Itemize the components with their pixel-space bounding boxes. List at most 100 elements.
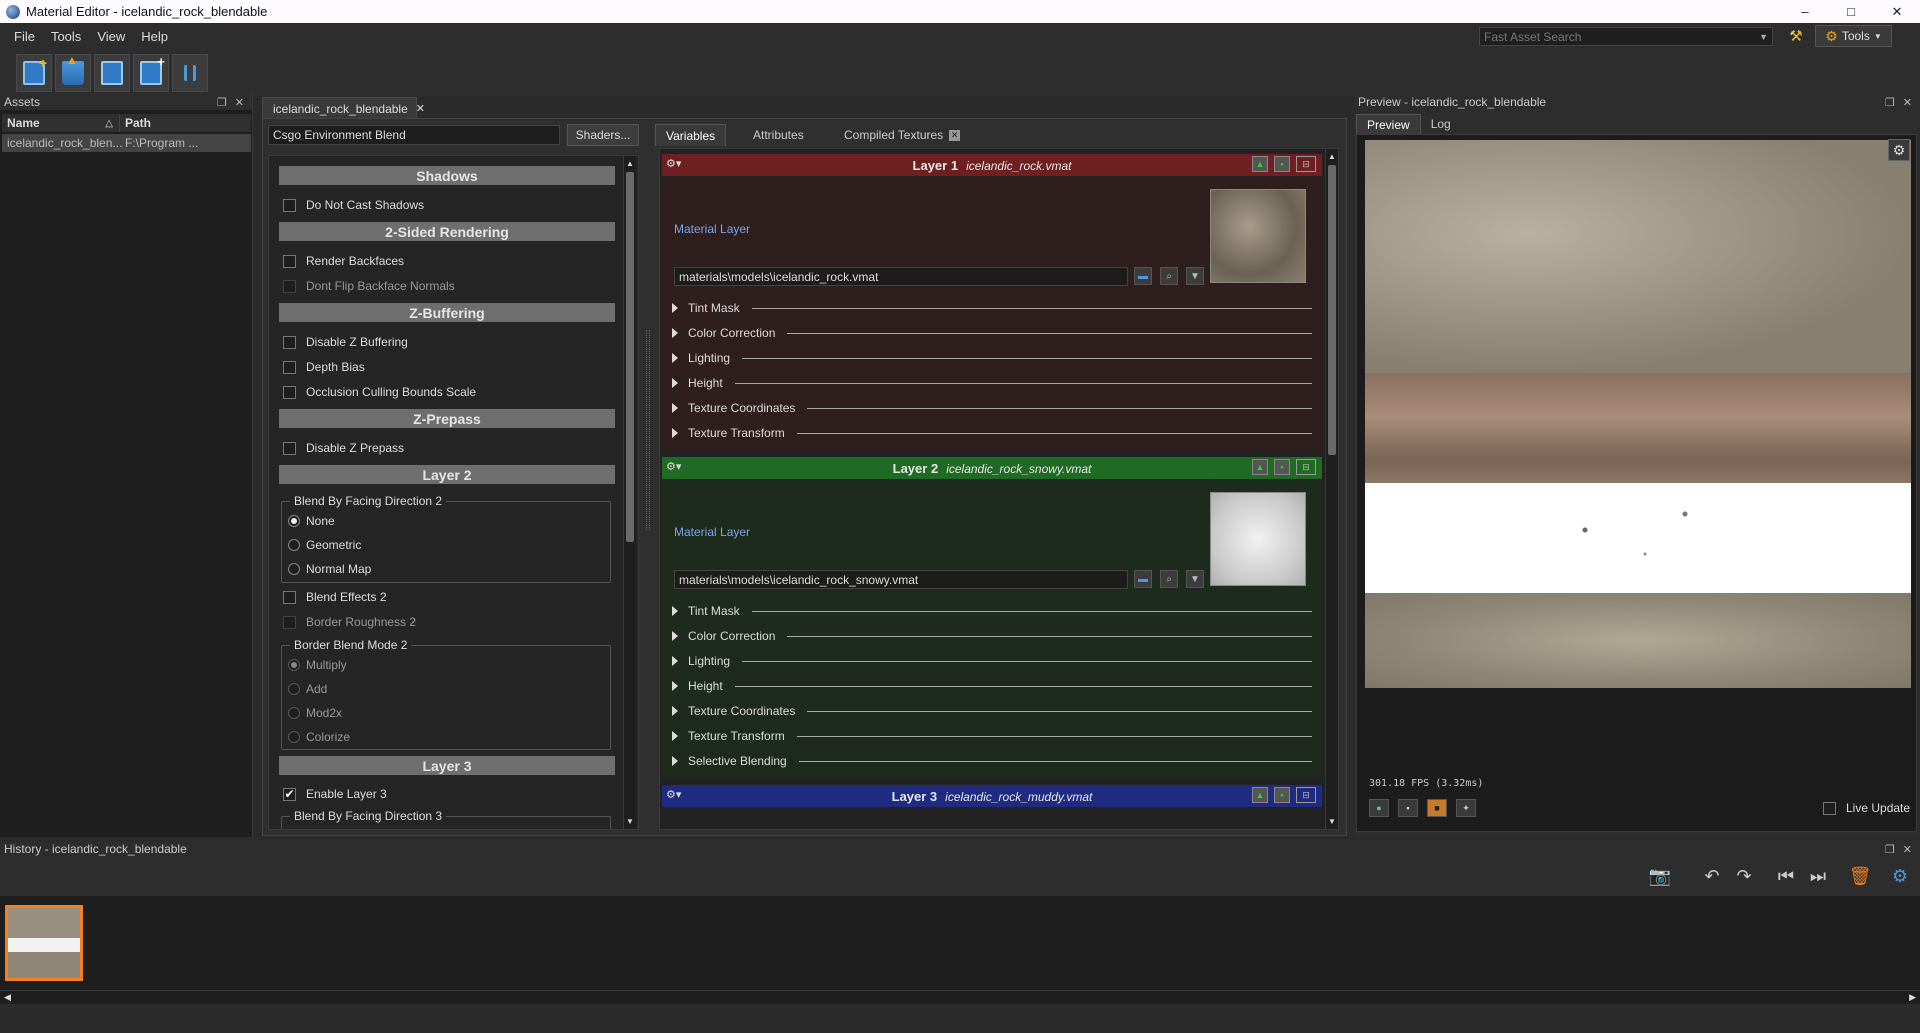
search-icon[interactable]: ⌕ [1160, 267, 1178, 285]
float-icon[interactable]: ❐ [1885, 843, 1895, 856]
layer-3-header[interactable]: ⚙▾ Layer 3 icelandic_rock_muddy.vmat ▲ ▪ … [662, 785, 1322, 807]
collapse-icon[interactable]: ⊟ [1296, 787, 1316, 803]
browse-folder-icon[interactable]: ▬ [1134, 267, 1152, 285]
save-layer-icon[interactable]: ▪ [1274, 459, 1290, 475]
checkbox[interactable] [283, 335, 296, 349]
history-thumbnail[interactable] [5, 905, 83, 981]
chevron-down-icon[interactable]: ▼ [1759, 32, 1768, 42]
material-path-input[interactable]: materials\models\icelandic_rock_snowy.vm… [674, 570, 1128, 589]
hammer-icon-button[interactable]: ⚒ [1783, 25, 1809, 47]
minimize-button[interactable]: – [1782, 0, 1828, 23]
tab-preview[interactable]: Preview [1356, 114, 1421, 134]
document-tab[interactable]: icelandic_rock_blendable ✕ [262, 97, 425, 119]
scroll-thumb[interactable] [626, 172, 634, 542]
radio[interactable] [288, 683, 300, 695]
first-icon[interactable]: ⏮ [1773, 863, 1799, 889]
collapse-icon[interactable]: ⊟ [1296, 459, 1316, 475]
float-icon[interactable]: ❐ [1885, 96, 1895, 109]
disable-z-buffering[interactable]: Disable Z Buffering [283, 335, 408, 349]
scroll-left-icon[interactable]: ◀ [4, 992, 11, 1003]
properties-scrollbar[interactable]: ▲ ▼ [623, 156, 636, 829]
radio-colorize[interactable]: Colorize [288, 730, 350, 744]
history-scrollbar[interactable]: ◀ ▶ [0, 990, 1920, 1004]
checkbox[interactable] [283, 360, 296, 374]
radio[interactable] [288, 659, 300, 671]
save-button[interactable] [94, 54, 130, 92]
splitter-handle[interactable] [646, 330, 650, 530]
border-roughness-2[interactable]: Border Roughness 2 [283, 615, 416, 629]
chevron-down-icon[interactable]: ▼ [1186, 267, 1204, 285]
checkbox[interactable] [283, 590, 296, 604]
radio-mod2x[interactable]: Mod2x [288, 706, 342, 720]
move-up-icon[interactable]: ▲ [1252, 156, 1268, 172]
pause-button[interactable] [172, 54, 208, 92]
section-layer2[interactable]: Layer 2 [279, 465, 615, 484]
radio[interactable] [288, 563, 300, 575]
do-not-cast-shadows[interactable]: Do Not Cast Shadows [283, 198, 424, 212]
group-texture-transform[interactable]: Texture Transform [672, 426, 1312, 440]
close-icon[interactable]: ✕ [1903, 96, 1912, 109]
render-backfaces[interactable]: Render Backfaces [283, 254, 404, 268]
layers-scrollbar[interactable]: ▲ ▼ [1325, 149, 1338, 829]
sphere-icon[interactable]: ● [1369, 799, 1389, 817]
undo-icon[interactable]: ↶ [1699, 863, 1725, 889]
radio[interactable] [288, 707, 300, 719]
scroll-thumb[interactable] [1328, 165, 1336, 455]
group-height[interactable]: Height [672, 679, 1312, 693]
save-layer-icon[interactable]: ▪ [1274, 156, 1290, 172]
chevron-down-icon[interactable]: ▼ [1186, 570, 1204, 588]
group-tint-mask[interactable]: Tint Mask [672, 604, 1312, 618]
material-thumbnail[interactable] [1210, 189, 1306, 283]
scroll-down-icon[interactable]: ▼ [624, 815, 636, 828]
group-color-correction[interactable]: Color Correction [672, 629, 1312, 643]
tab-attributes[interactable]: Attributes [743, 124, 814, 146]
save-layer-icon[interactable]: ▪ [1274, 787, 1290, 803]
radio[interactable] [288, 539, 300, 551]
radio-geometric[interactable]: Geometric [288, 538, 361, 552]
group-selective-blending[interactable]: Selective Blending [672, 754, 1312, 768]
move-up-icon[interactable]: ▲ [1252, 787, 1268, 803]
checkbox[interactable] [283, 279, 296, 293]
browse-folder-icon[interactable]: ▬ [1134, 570, 1152, 588]
search-icon[interactable]: ⌕ [1160, 570, 1178, 588]
new-file-button[interactable] [16, 54, 52, 92]
tab-variables[interactable]: Variables [655, 124, 727, 146]
radio-add[interactable]: Add [288, 682, 327, 696]
enable-layer-3[interactable]: ✔ Enable Layer 3 [283, 787, 387, 801]
live-update-toggle[interactable]: Live Update [1823, 801, 1910, 815]
scroll-up-icon[interactable]: ▲ [624, 157, 636, 170]
layer-2-header[interactable]: ⚙▾ Layer 2 icelandic_rock_snowy.vmat ▲ ▪ … [662, 457, 1322, 479]
radio-none[interactable]: None [288, 514, 335, 528]
menu-tools[interactable]: Tools [43, 29, 89, 44]
material-path-input[interactable]: materials\models\icelandic_rock.vmat [674, 267, 1128, 286]
asset-row[interactable]: icelandic_rock_blen... F:\Program ... [2, 134, 251, 152]
close-button[interactable]: ✕ [1874, 0, 1920, 23]
layer-1-header[interactable]: ⚙▾ Layer 1 icelandic_rock.vmat ▲ ▪ ⊟ [662, 154, 1322, 176]
section-layer3[interactable]: Layer 3 [279, 756, 615, 775]
menu-help[interactable]: Help [133, 29, 176, 44]
checkbox[interactable] [283, 198, 296, 212]
blend-effects-2[interactable]: Blend Effects 2 [283, 590, 387, 604]
viewport-settings-icon[interactable]: ⚙ [1888, 139, 1910, 161]
group-height[interactable]: Height [672, 376, 1312, 390]
section-two-sided[interactable]: 2-Sided Rendering [279, 222, 615, 241]
scroll-down-icon[interactable]: ▼ [1326, 815, 1338, 828]
tools-button[interactable]: ⚙ Tools ▼ [1815, 25, 1892, 47]
group-texture-coordinates[interactable]: Texture Coordinates [672, 401, 1312, 415]
material-thumbnail[interactable] [1210, 492, 1306, 586]
section-zprepass[interactable]: Z-Prepass [279, 409, 615, 428]
scroll-up-icon[interactable]: ▲ [1326, 150, 1338, 163]
radio-multiply[interactable]: Multiply [288, 658, 347, 672]
checkbox[interactable] [283, 615, 296, 629]
radio[interactable] [288, 515, 300, 527]
last-icon[interactable]: ⏭ [1805, 863, 1831, 889]
collapse-icon[interactable]: ⊟ [1296, 156, 1316, 172]
checkbox[interactable] [1823, 801, 1836, 815]
group-color-correction[interactable]: Color Correction [672, 326, 1312, 340]
tab-compiled-textures[interactable]: Compiled Textures ✕ [834, 124, 970, 146]
checkbox[interactable]: ✔ [283, 787, 296, 801]
section-zbuffering[interactable]: Z-Buffering [279, 303, 615, 322]
checkbox[interactable] [283, 441, 296, 455]
open-file-button[interactable] [55, 53, 91, 92]
occlusion-culling-bounds-scale[interactable]: Occlusion Culling Bounds Scale [283, 385, 476, 399]
